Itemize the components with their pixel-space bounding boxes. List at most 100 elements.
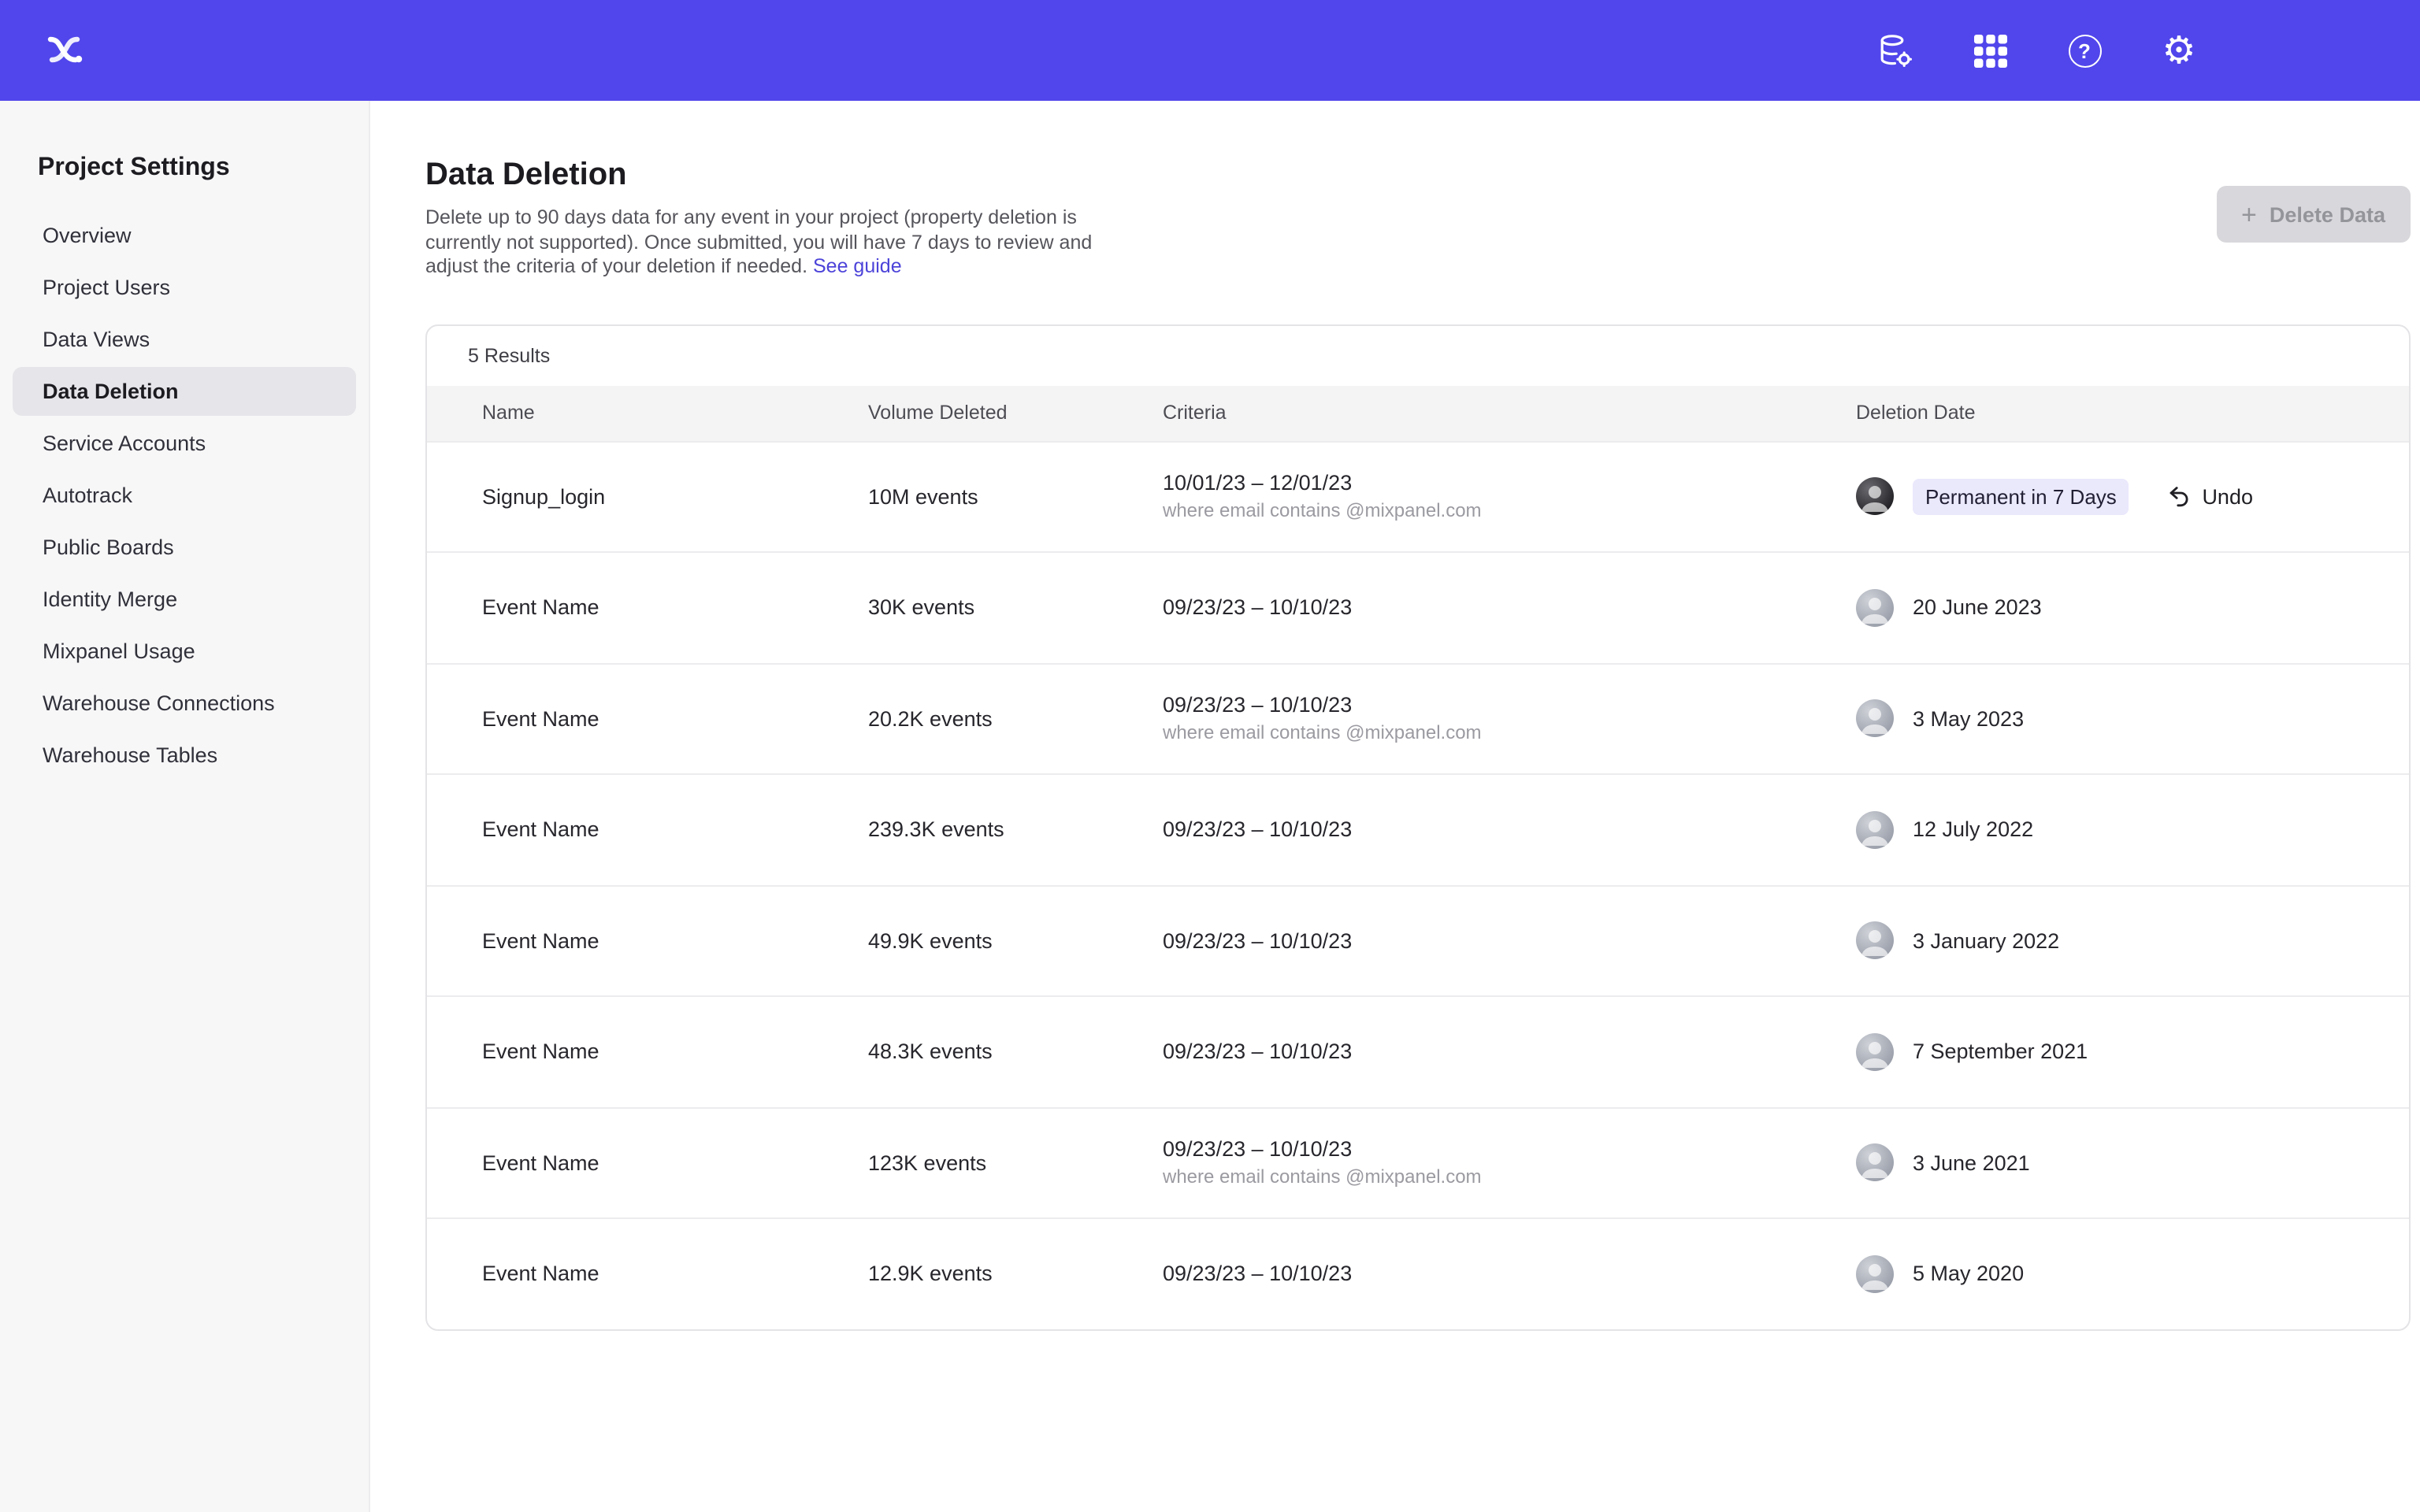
volume-deleted-cell: 12.9K events <box>868 1262 1163 1286</box>
criteria-date-range: 09/23/23 – 10/10/23 <box>1163 1040 1856 1064</box>
table-row: Event Name30K events09/23/23 – 10/10/23 2… <box>427 551 2409 662</box>
column-header-volume-deleted: Volume Deleted <box>868 402 1163 424</box>
page-description-text: Delete up to 90 days data for any event … <box>425 206 1092 277</box>
sidebar-item-mixpanel-usage[interactable]: Mixpanel Usage <box>13 627 356 676</box>
delete-data-button[interactable]: + Delete Data <box>2216 186 2411 243</box>
sidebar-item-overview[interactable]: Overview <box>13 211 356 260</box>
criteria-date-range: 09/23/23 – 10/10/23 <box>1163 929 1856 953</box>
column-header-deletion-date: Deletion Date <box>1856 402 2354 424</box>
plus-icon: + <box>2241 201 2257 228</box>
criteria-filter-subtext: where email contains @mixpanel.com <box>1163 500 1856 522</box>
criteria-filter-subtext: where email contains @mixpanel.com <box>1163 1166 1856 1188</box>
help-glyph: ? <box>2068 34 2101 67</box>
undo-button[interactable]: Undo <box>2156 483 2262 511</box>
deletion-date-text: 20 June 2023 <box>1913 596 2042 620</box>
deletion-date-cell: 7 September 2021 <box>1856 1033 2354 1071</box>
sidebar-item-autotrack[interactable]: Autotrack <box>13 471 356 520</box>
user-avatar <box>1856 589 1894 627</box>
criteria-cell: 09/23/23 – 10/10/23 where email contains … <box>1163 694 1856 744</box>
settings-gear-icon[interactable]: ⚙ <box>2158 30 2199 71</box>
table-body: Signup_login10M events10/01/23 – 12/01/2… <box>427 440 2409 1329</box>
table-header-row: NameVolume DeletedCriteriaDeletion Date <box>427 385 2409 440</box>
criteria-date-range: 10/01/23 – 12/01/23 <box>1163 472 1856 495</box>
sidebar: Project Settings OverviewProject UsersDa… <box>0 101 370 1512</box>
data-settings-icon[interactable] <box>1875 30 1916 71</box>
deletion-date-text: 7 September 2021 <box>1913 1040 2088 1064</box>
results-count: 5 Results <box>427 325 2409 385</box>
deletion-date-cell: 3 May 2023 <box>1856 700 2354 738</box>
table-row: Event Name123K events09/23/23 – 10/10/23… <box>427 1106 2409 1217</box>
column-header-name: Name <box>482 402 868 424</box>
event-name-cell: Event Name <box>482 596 868 620</box>
event-name-cell: Event Name <box>482 1040 868 1064</box>
criteria-filter-subtext: where email contains @mixpanel.com <box>1163 722 1856 744</box>
criteria-date-range: 09/23/23 – 10/10/23 <box>1163 694 1856 717</box>
criteria-date-range: 09/23/23 – 10/10/23 <box>1163 596 1856 620</box>
sidebar-title: Project Settings <box>0 154 369 208</box>
sidebar-item-data-views[interactable]: Data Views <box>13 315 356 364</box>
criteria-date-range: 09/23/23 – 10/10/23 <box>1163 818 1856 842</box>
gear-glyph: ⚙ <box>2162 32 2195 69</box>
volume-deleted-cell: 20.2K events <box>868 707 1163 731</box>
event-name-cell: Event Name <box>482 1262 868 1286</box>
sidebar-item-public-boards[interactable]: Public Boards <box>13 523 356 572</box>
deletion-date-text: 3 May 2023 <box>1913 707 2024 731</box>
sidebar-item-data-deletion[interactable]: Data Deletion <box>13 367 356 416</box>
sidebar-item-warehouse-tables[interactable]: Warehouse Tables <box>13 731 356 780</box>
deletion-date-text: 3 January 2022 <box>1913 929 2059 953</box>
criteria-date-range: 09/23/23 – 10/10/23 <box>1163 1262 1856 1286</box>
deletion-date-cell: 5 May 2020 <box>1856 1255 2354 1293</box>
criteria-date-range: 09/23/23 – 10/10/23 <box>1163 1138 1856 1162</box>
volume-deleted-cell: 49.9K events <box>868 929 1163 953</box>
event-name-cell: Signup_login <box>482 485 868 509</box>
table-row: Event Name48.3K events09/23/23 – 10/10/2… <box>427 995 2409 1106</box>
topbar-actions: ? ⚙ <box>1875 30 2199 71</box>
volume-deleted-cell: 48.3K events <box>868 1040 1163 1064</box>
criteria-cell: 09/23/23 – 10/10/23 <box>1163 1262 1856 1286</box>
table-row: Event Name239.3K events09/23/23 – 10/10/… <box>427 773 2409 884</box>
deletion-date-cell: 20 June 2023 <box>1856 589 2354 627</box>
user-avatar <box>1856 1144 1894 1182</box>
deletion-date-text: 5 May 2020 <box>1913 1262 2024 1286</box>
delete-data-button-label: Delete Data <box>2270 202 2385 226</box>
volume-deleted-cell: 123K events <box>868 1151 1163 1175</box>
table-row: Event Name20.2K events09/23/23 – 10/10/2… <box>427 662 2409 773</box>
sidebar-item-project-users[interactable]: Project Users <box>13 263 356 312</box>
page-header: Data Deletion Delete up to 90 days data … <box>425 158 1126 280</box>
deletion-date-cell: Permanent in 7 Days Undo <box>1856 478 2354 516</box>
table-row: Event Name49.9K events09/23/23 – 10/10/2… <box>427 884 2409 995</box>
event-name-cell: Event Name <box>482 929 868 953</box>
undo-label: Undo <box>2202 485 2253 509</box>
sidebar-item-warehouse-connections[interactable]: Warehouse Connections <box>13 679 356 728</box>
app-window: ? ⚙ Project Settings OverviewProject Use… <box>0 0 2420 1512</box>
user-avatar <box>1856 700 1894 738</box>
criteria-cell: 09/23/23 – 10/10/23 where email contains … <box>1163 1138 1856 1188</box>
deletion-date-cell: 3 January 2022 <box>1856 922 2354 960</box>
user-avatar <box>1856 1033 1894 1071</box>
volume-deleted-cell: 30K events <box>868 596 1163 620</box>
page-description: Delete up to 90 days data for any event … <box>425 206 1126 280</box>
deletion-date-cell: 12 July 2022 <box>1856 811 2354 849</box>
undo-icon <box>2166 484 2191 510</box>
deletion-date-text: 12 July 2022 <box>1913 818 2033 842</box>
help-icon[interactable]: ? <box>2064 30 2105 71</box>
apps-grid-icon[interactable] <box>1969 30 2010 71</box>
sidebar-nav: OverviewProject UsersData ViewsData Dele… <box>0 211 369 780</box>
mixpanel-logo-icon[interactable] <box>44 30 85 71</box>
user-avatar <box>1856 922 1894 960</box>
criteria-cell: 09/23/23 – 10/10/23 <box>1163 1040 1856 1064</box>
deletion-table-card: 5 Results NameVolume DeletedCriteriaDele… <box>425 324 2411 1330</box>
volume-deleted-cell: 10M events <box>868 485 1163 509</box>
permanent-deletion-badge: Permanent in 7 Days <box>1913 479 2129 515</box>
event-name-cell: Event Name <box>482 818 868 842</box>
criteria-cell: 09/23/23 – 10/10/23 <box>1163 596 1856 620</box>
column-header-criteria: Criteria <box>1163 402 1856 424</box>
criteria-cell: 10/01/23 – 12/01/23 where email contains … <box>1163 472 1856 522</box>
table-row: Event Name12.9K events09/23/23 – 10/10/2… <box>427 1217 2409 1329</box>
see-guide-link[interactable]: See guide <box>813 255 902 277</box>
sidebar-item-identity-merge[interactable]: Identity Merge <box>13 575 356 624</box>
sidebar-item-service-accounts[interactable]: Service Accounts <box>13 419 356 468</box>
table-row: Signup_login10M events10/01/23 – 12/01/2… <box>427 440 2409 551</box>
page-title: Data Deletion <box>425 158 1126 194</box>
criteria-cell: 09/23/23 – 10/10/23 <box>1163 929 1856 953</box>
